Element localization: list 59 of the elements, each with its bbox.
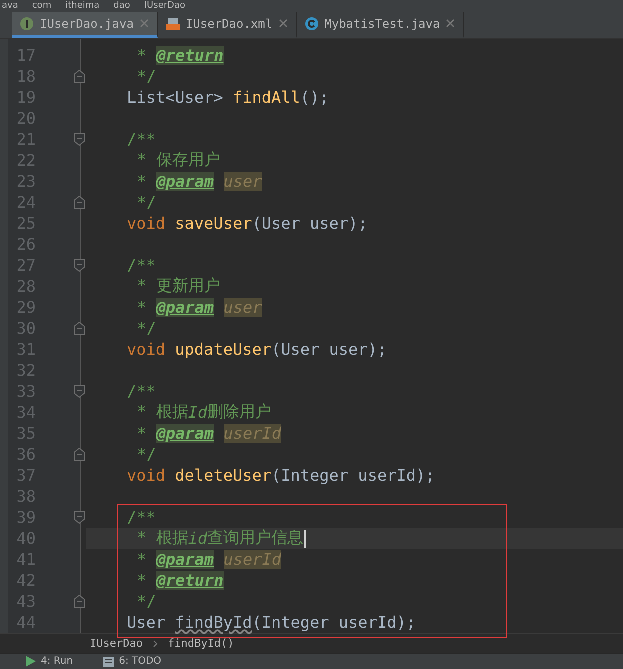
tool-window-tab[interactable]: 6: TODO (103, 656, 162, 667)
tab-label: IUserDao.xml (186, 16, 273, 30)
close-icon[interactable] (278, 19, 288, 28)
code-line: * @param userId (137, 424, 282, 443)
breadcrumb-item[interactable]: com (32, 0, 52, 12)
code-line: * @param userId (137, 550, 282, 569)
chevron-icon (152, 640, 158, 648)
tab-label: MybatisTest.java (324, 16, 440, 30)
code-line: void updateUser(User user); (127, 340, 388, 359)
breadcrumb-item[interactable]: IUserDao (144, 0, 186, 12)
breadcrumb-item[interactable]: itheima (66, 0, 100, 12)
code-line: * 根据Id删除用户 (137, 402, 272, 423)
code-line: */ (137, 319, 156, 338)
fold-marker-icon[interactable] (74, 133, 85, 146)
code-line: * @param user (137, 172, 262, 191)
fold-marker-icon[interactable] (74, 70, 85, 83)
fold-marker-icon[interactable] (74, 511, 85, 524)
tool-window-tab[interactable]: 4: Run (26, 656, 74, 667)
code-line: User findById(Integer userId); (127, 613, 416, 632)
code-line: List<User> findAll(); (127, 88, 330, 107)
code-line: /** (127, 382, 156, 401)
fold-marker-icon[interactable] (74, 259, 85, 272)
editor-tab[interactable]: MybatisTest.java (296, 12, 464, 38)
tab-label: IUserDao.java (40, 16, 134, 30)
code-line: * 根据id查询用户信息 (137, 528, 306, 549)
breadcrumb-item[interactable]: ava (2, 0, 18, 12)
breadcrumb-item[interactable]: IUserDao (90, 637, 143, 650)
class-icon (304, 16, 319, 30)
code-line: * @param user (137, 298, 262, 317)
tool-tab-label: 6: TODO (119, 656, 162, 667)
code-line: * 更新用户 (137, 276, 220, 297)
code-line: */ (137, 67, 156, 86)
fold-marker-icon[interactable] (74, 448, 85, 461)
code-line: /** (127, 256, 156, 275)
code-line: */ (137, 592, 156, 611)
code-line: void saveUser(User user); (127, 214, 368, 233)
editor-tab[interactable]: IUserDao.java (12, 12, 158, 38)
fold-marker-icon[interactable] (74, 196, 85, 209)
code-line: */ (137, 193, 156, 212)
list-icon (103, 656, 114, 666)
play-icon (26, 656, 36, 667)
file-icon (166, 16, 180, 30)
fold-marker-icon[interactable] (74, 322, 85, 335)
breadcrumb-item[interactable]: findById() (168, 637, 234, 650)
code-line: * 保存用户 (137, 150, 220, 171)
code-line: /** (127, 508, 156, 527)
code-line: * @return (137, 571, 224, 590)
text-cursor (304, 530, 306, 548)
close-icon[interactable] (140, 19, 149, 28)
breadcrumb-item[interactable]: dao (114, 0, 130, 12)
tool-tab-label: 4: Run (41, 656, 74, 667)
fold-marker-icon[interactable] (74, 595, 85, 608)
interface-icon (20, 16, 34, 30)
code-line: void deleteUser(Integer userId); (127, 466, 436, 485)
close-icon[interactable] (446, 19, 456, 28)
code-line: * @return (137, 46, 224, 65)
code-line: /** (127, 130, 156, 149)
fold-marker-icon[interactable] (74, 385, 85, 398)
code-line: */ (137, 445, 156, 464)
